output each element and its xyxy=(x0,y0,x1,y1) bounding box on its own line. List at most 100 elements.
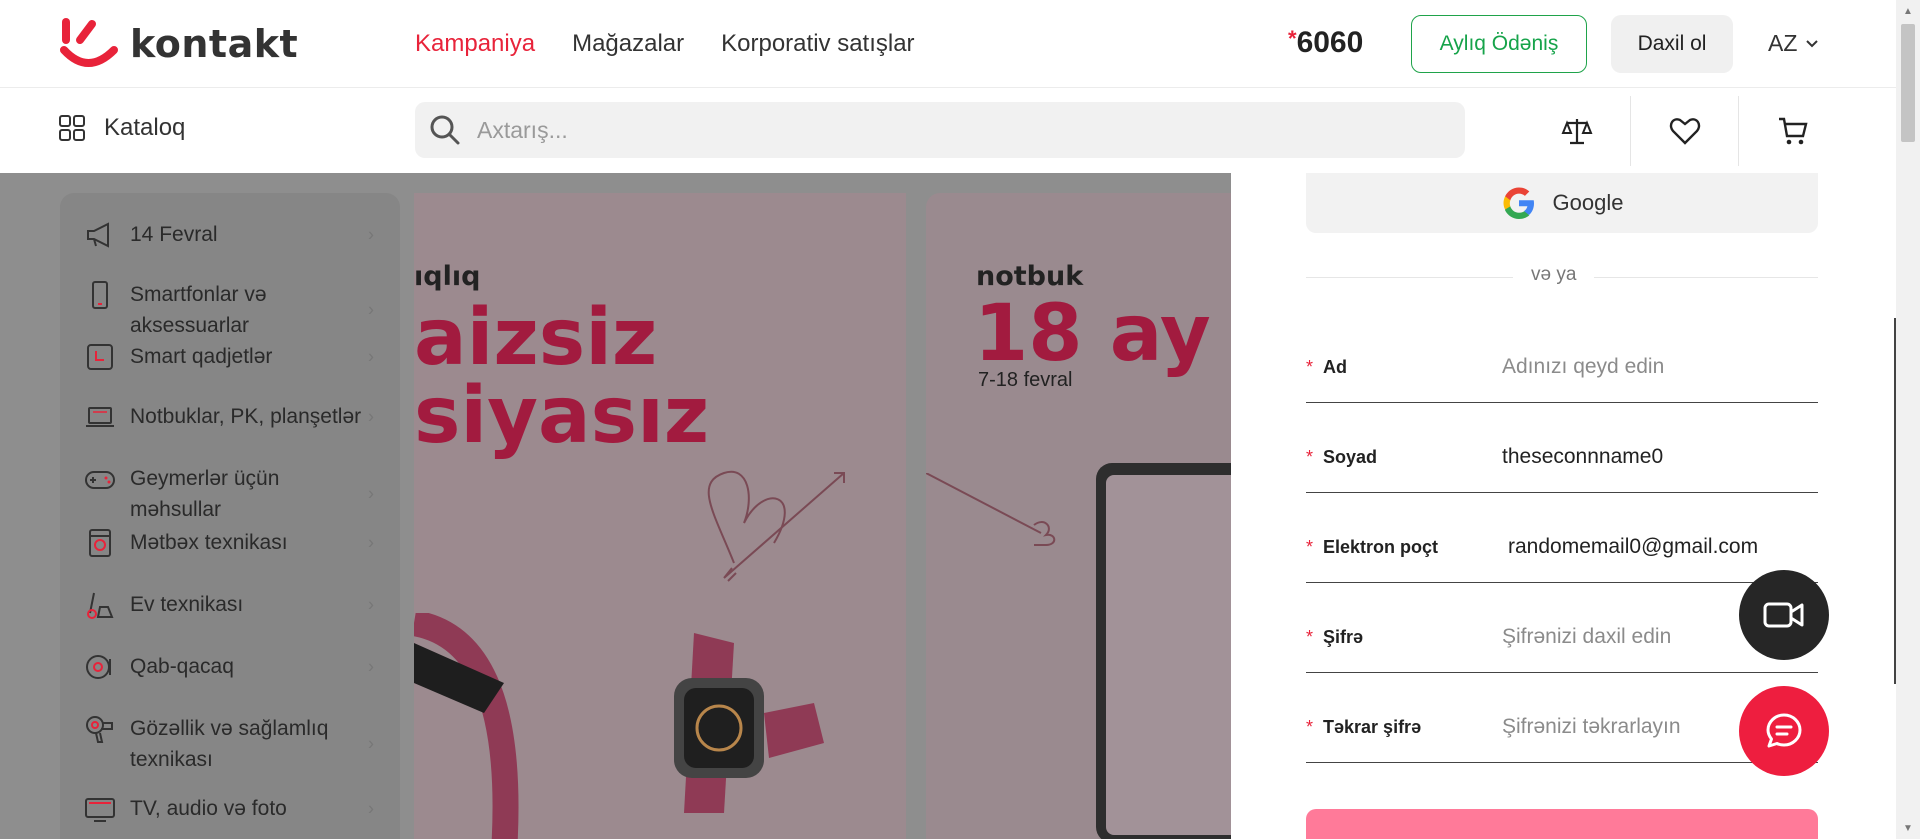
hotline-number[interactable]: *6060 xyxy=(1288,26,1363,60)
menu-item-smartphones[interactable]: Smartfonlar və aksessuarlar › xyxy=(84,279,374,341)
heart-arrow-graphic xyxy=(707,470,845,582)
banner-headline: 18 ay xyxy=(974,289,1211,379)
main-nav: Kampaniya Mağazalar Korporativ satışlar xyxy=(415,30,915,58)
menu-item-notebooks[interactable]: Notbuklar, PK, planşetlər › xyxy=(84,401,374,433)
chevron-right-icon: › xyxy=(368,594,374,615)
menu-item-label: Mətbəx texnikası xyxy=(130,531,288,554)
banner-date: 7-18 fevral xyxy=(978,369,1073,391)
catalog-button[interactable]: Kataloq xyxy=(58,114,185,142)
menu-item-label: Geymerlər üçün məhsullar xyxy=(130,467,280,521)
menu-item-gamers[interactable]: Geymerlər üçün məhsullar › xyxy=(84,463,374,525)
catalog-label: Kataloq xyxy=(104,114,186,141)
scroll-down-arrow[interactable]: ▼ xyxy=(1903,823,1913,834)
nav-corporate-sales[interactable]: Korporativ satışlar xyxy=(721,30,914,58)
monthly-payment-button[interactable]: Aylıq Ödəniş xyxy=(1411,15,1587,73)
scrollbar-thumb[interactable] xyxy=(1901,24,1915,142)
confirm-password-label: * Təkrar şifrə xyxy=(1306,717,1421,738)
first-name-label: * Ad xyxy=(1306,357,1347,378)
menu-item-kitchen[interactable]: Mətbəx texnikası › xyxy=(84,527,374,559)
menu-item-label: Gözəllik və sağlamlıq texnikası xyxy=(130,717,329,771)
menu-item-label: Ev texnikası xyxy=(130,593,244,616)
scroll-up-arrow[interactable]: ▲ xyxy=(1903,6,1913,17)
language-label: AZ xyxy=(1768,30,1798,56)
banner-kicker: ıqlıq xyxy=(414,261,481,292)
laptop-product-image xyxy=(1096,463,1231,839)
compare-button[interactable] xyxy=(1523,96,1631,166)
chevron-right-icon: › xyxy=(368,299,374,320)
chevron-down-icon xyxy=(1806,39,1819,47)
register-submit-button[interactable] xyxy=(1306,809,1818,839)
chat-bubble-icon xyxy=(1766,713,1802,748)
password-label-text: Şifrə xyxy=(1323,627,1364,647)
last-name-label-text: Soyad xyxy=(1323,447,1378,467)
chevron-right-icon: › xyxy=(368,406,374,427)
login-button[interactable]: Daxil ol xyxy=(1611,15,1733,73)
email-input[interactable] xyxy=(1508,529,1808,565)
nav-campaign[interactable]: Kampaniya xyxy=(415,30,535,58)
google-signin-button[interactable]: Google xyxy=(1306,173,1818,233)
menu-item-home-appliances[interactable]: Ev texnikası › xyxy=(84,589,374,621)
chat-button[interactable] xyxy=(1739,686,1829,776)
logo[interactable]: kontakt xyxy=(58,16,298,72)
menu-item-cookware[interactable]: Qab-qacaq › xyxy=(84,651,374,683)
chevron-right-icon: › xyxy=(368,656,374,677)
email-field: * Elektron poçt xyxy=(1306,513,1818,583)
category-menu: 14 Fevral › Smartfonlar və aksessuarlar › … xyxy=(60,193,458,839)
logo-icon xyxy=(60,18,118,67)
language-selector[interactable]: AZ xyxy=(1768,30,1819,57)
menu-item-tv-audio[interactable]: TV, audio və foto › xyxy=(84,793,374,825)
chevron-right-icon: › xyxy=(368,798,374,819)
search-icon xyxy=(430,115,460,145)
menu-item-label: Qab-qacaq xyxy=(130,655,234,678)
laptop-icon xyxy=(86,407,114,427)
smartwatch-product-image xyxy=(674,633,824,813)
chevron-right-icon: › xyxy=(368,483,374,504)
chevron-right-icon: › xyxy=(368,733,374,754)
arrow-heart-graphic xyxy=(926,473,1056,546)
menu-item-smart-gadgets[interactable]: Smart qadjetlər › xyxy=(84,341,374,373)
cart-button[interactable] xyxy=(1739,96,1847,166)
hotline-digits: 6060 xyxy=(1296,26,1364,59)
chevron-right-icon: › xyxy=(368,532,374,553)
megaphone-icon xyxy=(87,222,109,248)
smartphone-icon xyxy=(92,281,108,309)
google-icon xyxy=(1503,187,1534,219)
chevron-right-icon: › xyxy=(368,346,374,367)
first-name-input[interactable] xyxy=(1502,349,1812,385)
menu-item-label: TV, audio və foto xyxy=(130,797,287,820)
last-name-field: * Soyad xyxy=(1306,423,1818,493)
banner-headline-2: siyasız xyxy=(414,371,710,461)
cookware-icon xyxy=(86,655,111,679)
wishlist-button[interactable] xyxy=(1631,96,1739,166)
vacuum-icon xyxy=(87,592,114,619)
search-input[interactable] xyxy=(477,116,1377,144)
banner-headline-1: aizsiz xyxy=(414,293,658,383)
required-mark: * xyxy=(1306,357,1314,377)
video-call-button[interactable] xyxy=(1739,570,1829,660)
page-scrollbar[interactable]: ▲ ▼ xyxy=(1896,0,1920,839)
smartwatch-icon xyxy=(87,344,113,370)
menu-item-beauty[interactable]: Gözəllik və sağlamlıq texnikası › xyxy=(84,713,374,775)
menu-item-14-fevral[interactable]: 14 Fevral › xyxy=(84,219,374,251)
nav-stores[interactable]: Mağazalar xyxy=(572,30,684,58)
required-mark: * xyxy=(1306,447,1314,467)
page-backdrop[interactable]: 14 Fevral › Smartfonlar və aksessuarlar › … xyxy=(0,173,1231,839)
menu-item-label: Smartfonlar və aksessuarlar xyxy=(130,283,267,337)
confirm-password-label-text: Təkrar şifrə xyxy=(1323,717,1422,737)
required-mark: * xyxy=(1306,537,1314,557)
first-name-field: * Ad xyxy=(1306,333,1818,403)
promo-banner-watch[interactable]: ıqlıq aizsiz siyasız xyxy=(414,193,906,839)
search-bar[interactable] xyxy=(415,102,1465,158)
menu-item-label: 14 Fevral xyxy=(130,223,218,246)
promo-banner-notebook[interactable]: notbuk 18 ay 7-18 fevral xyxy=(926,193,1231,839)
compare-icon xyxy=(1561,119,1592,145)
hotline-star: * xyxy=(1288,26,1297,51)
last-name-input[interactable] xyxy=(1502,439,1812,475)
menu-item-label: Smart qadjetlər xyxy=(130,345,273,368)
banner-kicker: notbuk xyxy=(976,261,1084,292)
hairdryer-icon xyxy=(86,716,113,743)
last-name-label: * Soyad xyxy=(1306,447,1377,468)
cart-icon xyxy=(1779,117,1808,145)
menu-item-label: Notbuklar, PK, planşetlər xyxy=(130,405,362,428)
google-label: Google xyxy=(1552,190,1624,215)
